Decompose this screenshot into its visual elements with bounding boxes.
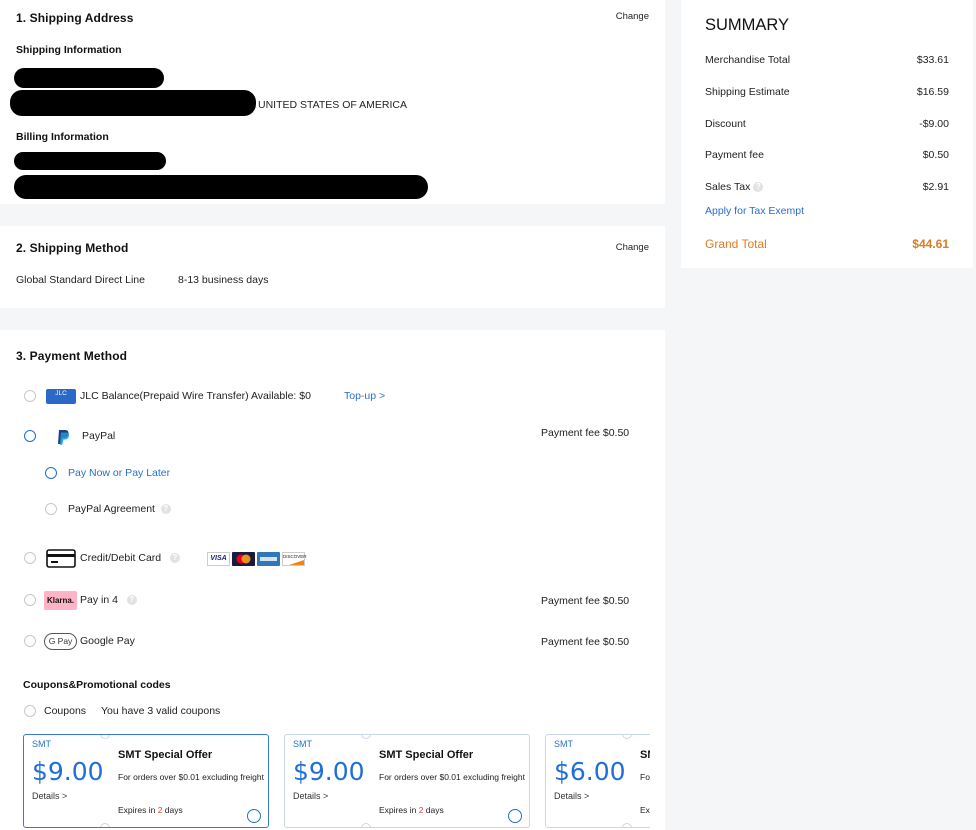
shipping-method-title: 2. Shipping Method: [16, 241, 129, 255]
summary-row-discount: Discount -$9.00: [705, 118, 949, 130]
coupon-tag: SMT: [293, 739, 312, 749]
coupon-expiry-pre: Expires in: [640, 805, 650, 815]
coupon-expiry: Expires in 2 days: [640, 805, 650, 815]
summary-row-merchandise: Merchandise Total $33.61: [705, 54, 949, 66]
coupon-select-radio[interactable]: [508, 809, 522, 823]
summary-row-label: Shipping Estimate: [705, 86, 790, 98]
coupon-description: For orders over $0.01 excluding freight: [118, 772, 264, 782]
coupon-strip: SMT $9.00 Details > SMT Special Offer Fo…: [0, 330, 650, 830]
help-icon[interactable]: ?: [753, 182, 764, 193]
coupon-card[interactable]: SMT $9.00 Details > SMT Special Offer Fo…: [23, 734, 269, 828]
shipping-address-title: 1. Shipping Address: [16, 11, 134, 25]
coupon-details-link[interactable]: Details >: [293, 791, 328, 801]
summary-row-label: Merchandise Total: [705, 54, 791, 66]
summary-title: SUMMARY: [705, 16, 790, 34]
coupon-notch: [100, 735, 110, 739]
coupon-expiry-post: days: [162, 805, 183, 815]
shipping-address-card: 1. Shipping Address Change Shipping Info…: [0, 0, 665, 204]
summary-row-label: Payment fee: [705, 149, 764, 161]
coupon-description: For orders over $0.01 excluding freight: [640, 772, 650, 782]
coupon-expiry: Expires in 2 days: [118, 805, 183, 815]
summary-row-value: $0.50: [922, 149, 949, 161]
summary-row-value: -$9.00: [919, 118, 949, 130]
summary-row-value: $2.91: [922, 181, 949, 193]
coupon-card[interactable]: SMT $9.00 Details > SMT Special Offer Fo…: [284, 734, 530, 828]
coupon-tag: SMT: [554, 739, 573, 749]
coupon-notch: [361, 823, 371, 827]
shipping-information-label: Shipping Information: [16, 44, 122, 56]
shipping-country: UNITED STATES OF AMERICA: [258, 99, 407, 111]
coupon-notch: [622, 823, 632, 827]
coupon-expiry: Expires in 2 days: [379, 805, 444, 815]
summary-row-shipping: Shipping Estimate $16.59: [705, 86, 949, 98]
summary-row-value: $33.61: [916, 54, 949, 66]
coupon-notch: [622, 735, 632, 739]
billing-information-label: Billing Information: [16, 131, 109, 143]
shipping-method-card: 2. Shipping Method Change Global Standar…: [0, 226, 665, 308]
coupon-select-radio[interactable]: [247, 809, 261, 823]
redacted-billing-name: [14, 152, 166, 170]
summary-row-label: Discount: [705, 118, 746, 130]
coupon-expiry-post: days: [423, 805, 444, 815]
coupon-expiry-pre: Expires in: [379, 805, 419, 815]
coupon-description: For orders over $0.01 excluding freight: [379, 772, 525, 782]
shipping-address-change-link[interactable]: Change: [616, 11, 649, 22]
coupon-expiry-pre: Expires in: [118, 805, 158, 815]
coupon-notch: [100, 823, 110, 827]
coupon-details-link[interactable]: Details >: [32, 791, 67, 801]
summary-row-label: Sales Tax: [705, 181, 751, 193]
coupon-notch: [361, 735, 371, 739]
grand-total-label: Grand Total: [705, 237, 767, 251]
summary-row-payment-fee: Payment fee $0.50: [705, 149, 949, 161]
summary-row-sales-tax: Sales Tax ? $2.91: [705, 181, 949, 193]
payment-method-card: 3. Payment Method JLC JLC Balance(Prepai…: [0, 330, 665, 830]
coupon-amount: $6.00: [554, 757, 626, 786]
summary-row-value: $16.59: [916, 86, 949, 98]
grand-total-row: Grand Total $44.61: [705, 237, 949, 251]
redacted-name: [14, 68, 164, 88]
redacted-address: [10, 90, 256, 116]
coupon-amount: $9.00: [32, 757, 104, 786]
redacted-billing-address: [14, 175, 428, 199]
shipping-method-change-link[interactable]: Change: [616, 242, 649, 253]
grand-total-value: $44.61: [912, 237, 949, 251]
shipping-method-eta: 8-13 business days: [178, 274, 269, 286]
shipping-method-name: Global Standard Direct Line: [16, 274, 145, 286]
coupon-offer-title: SMT Special Offer: [640, 749, 650, 761]
coupon-amount: $9.00: [293, 757, 365, 786]
coupon-tag: SMT: [32, 739, 51, 749]
tax-exempt-link[interactable]: Apply for Tax Exempt: [705, 205, 804, 217]
order-summary-card: SUMMARY Merchandise Total $33.61 Shipping…: [681, 0, 973, 268]
coupon-offer-title: SMT Special Offer: [379, 749, 474, 761]
coupon-details-link[interactable]: Details >: [554, 791, 589, 801]
coupon-offer-title: SMT Special Offer: [118, 749, 213, 761]
coupon-card[interactable]: SMT $6.00 Details > SMT Special Offer Fo…: [545, 734, 650, 828]
